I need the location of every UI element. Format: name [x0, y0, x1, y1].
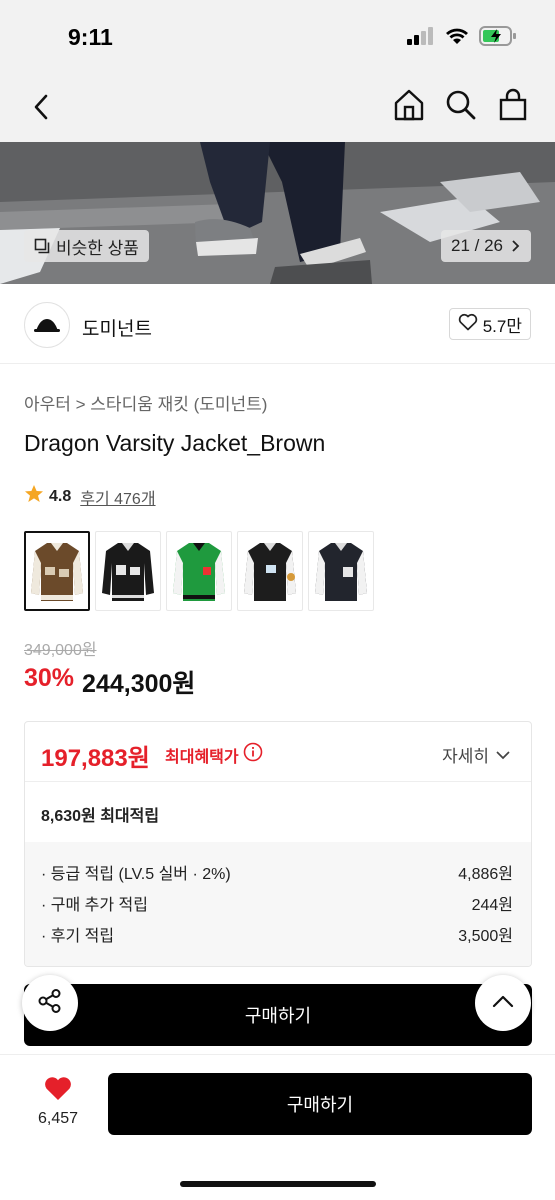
points-row: · 구매 추가 적립 244원: [41, 891, 513, 922]
buy-button-inline[interactable]: 구매하기: [24, 984, 532, 1046]
rating-score: 4.8: [49, 487, 72, 505]
swatch-black-white[interactable]: [237, 531, 303, 611]
status-time: 9:11: [68, 24, 113, 50]
product-photo: [0, 142, 555, 284]
nav-bar: [0, 72, 555, 142]
chevron-right-icon: [511, 239, 521, 253]
signal-icon: [407, 27, 435, 50]
max-benefit-label: 최대혜택가: [165, 748, 239, 766]
share-icon: [37, 988, 63, 1019]
points-breakdown: · 등급 적립 (LV.5 실버 · 2%) 4,886원 · 구매 추가 적립…: [25, 842, 531, 966]
battery-charging-icon: [479, 26, 517, 51]
brand-name[interactable]: 도미넌트: [82, 314, 152, 341]
category-breadcrumb[interactable]: 아우터 > 스타디움 재킷 (도미넌트): [24, 390, 267, 415]
discount-rate: 30%: [24, 664, 75, 692]
gallery-counter[interactable]: 21 / 26: [441, 230, 531, 262]
original-price: 349,000원: [24, 642, 97, 659]
wifi-icon: [445, 27, 469, 50]
sale-price: 244,300원: [82, 670, 196, 698]
points-row-value: 244원: [471, 897, 513, 914]
chevron-down-icon: [495, 745, 511, 765]
product-title: Dragon Varsity Jacket_Brown: [24, 430, 326, 456]
review-link[interactable]: 후기 476개: [80, 485, 155, 509]
benefit-box: 197,883원 최대혜택가 자세히 8,630원 최대적립 · 등급 적립 (…: [24, 721, 532, 967]
brand-like-count: 5.7만: [482, 316, 522, 336]
status-bar: 9:11: [0, 0, 555, 72]
jacket-thumbnail: [102, 543, 154, 601]
scroll-top-button[interactable]: [475, 975, 531, 1031]
points-total: 8,630원 최대적립: [41, 808, 160, 825]
star-icon: [24, 484, 44, 509]
points-row: · 등급 적립 (LV.5 실버 · 2%) 4,886원: [41, 860, 513, 891]
bottom-action-bar: 6,457 구매하기: [0, 1054, 555, 1200]
brand-row: 도미넌트 5.7만: [0, 284, 555, 364]
swatch-brown[interactable]: [24, 531, 90, 611]
detail-label: 자세히: [442, 747, 489, 766]
heart-filled-icon: [43, 1075, 73, 1106]
swatch-green[interactable]: [166, 531, 232, 611]
similar-products-label: 비슷한 상품: [56, 238, 139, 258]
home-icon[interactable]: [393, 88, 425, 122]
max-benefit-label-wrap: 최대혜택가: [165, 742, 263, 767]
swatch-navy-white[interactable]: [308, 531, 374, 611]
price-row: 30% 244,300원: [24, 664, 195, 700]
swatch-black-black[interactable]: [95, 531, 161, 611]
brand-logo[interactable]: [24, 302, 70, 348]
jacket-thumbnail: [173, 543, 225, 601]
points-row-label: · 등급 적립 (LV.5 실버 · 2%): [41, 866, 231, 883]
home-indicator: [180, 1181, 376, 1187]
jacket-thumbnail: [244, 543, 296, 601]
info-icon[interactable]: [243, 742, 263, 767]
search-icon[interactable]: [445, 88, 477, 122]
status-icons: [407, 26, 517, 51]
similar-products-button[interactable]: 비슷한 상품: [24, 230, 149, 262]
rating-row: 4.8 후기 476개: [24, 484, 156, 509]
brand-like-button[interactable]: 5.7만: [448, 308, 531, 340]
nav-actions: [393, 88, 529, 122]
wish-button[interactable]: 6,457: [28, 1075, 88, 1128]
color-swatches: [24, 531, 374, 611]
chevron-up-icon: [492, 994, 514, 1013]
benefit-header: 197,883원 최대혜택가 자세히: [25, 722, 531, 782]
max-benefit-price: 197,883원: [41, 745, 150, 772]
buy-button[interactable]: 구매하기: [108, 1073, 532, 1135]
points-row-label: · 후기 적립: [41, 928, 115, 945]
product-gallery[interactable]: 비슷한 상품 21 / 26: [0, 142, 555, 284]
points-row-value: 4,886원: [458, 866, 513, 883]
jacket-thumbnail: [315, 543, 367, 601]
heart-outline-icon: [458, 313, 478, 336]
benefit-detail-button[interactable]: 자세히: [442, 742, 511, 767]
wish-count: 6,457: [37, 1110, 79, 1127]
back-icon[interactable]: [28, 90, 54, 124]
similar-icon: [34, 238, 50, 254]
jacket-thumbnail: [31, 543, 83, 601]
points-row-value: 3,500원: [458, 928, 513, 945]
bag-icon[interactable]: [497, 88, 529, 122]
points-row: · 후기 적립 3,500원: [41, 922, 513, 953]
points-row-label: · 구매 추가 적립: [41, 897, 148, 914]
share-button[interactable]: [22, 975, 78, 1031]
gallery-counter-text: 21 / 26: [451, 236, 503, 255]
